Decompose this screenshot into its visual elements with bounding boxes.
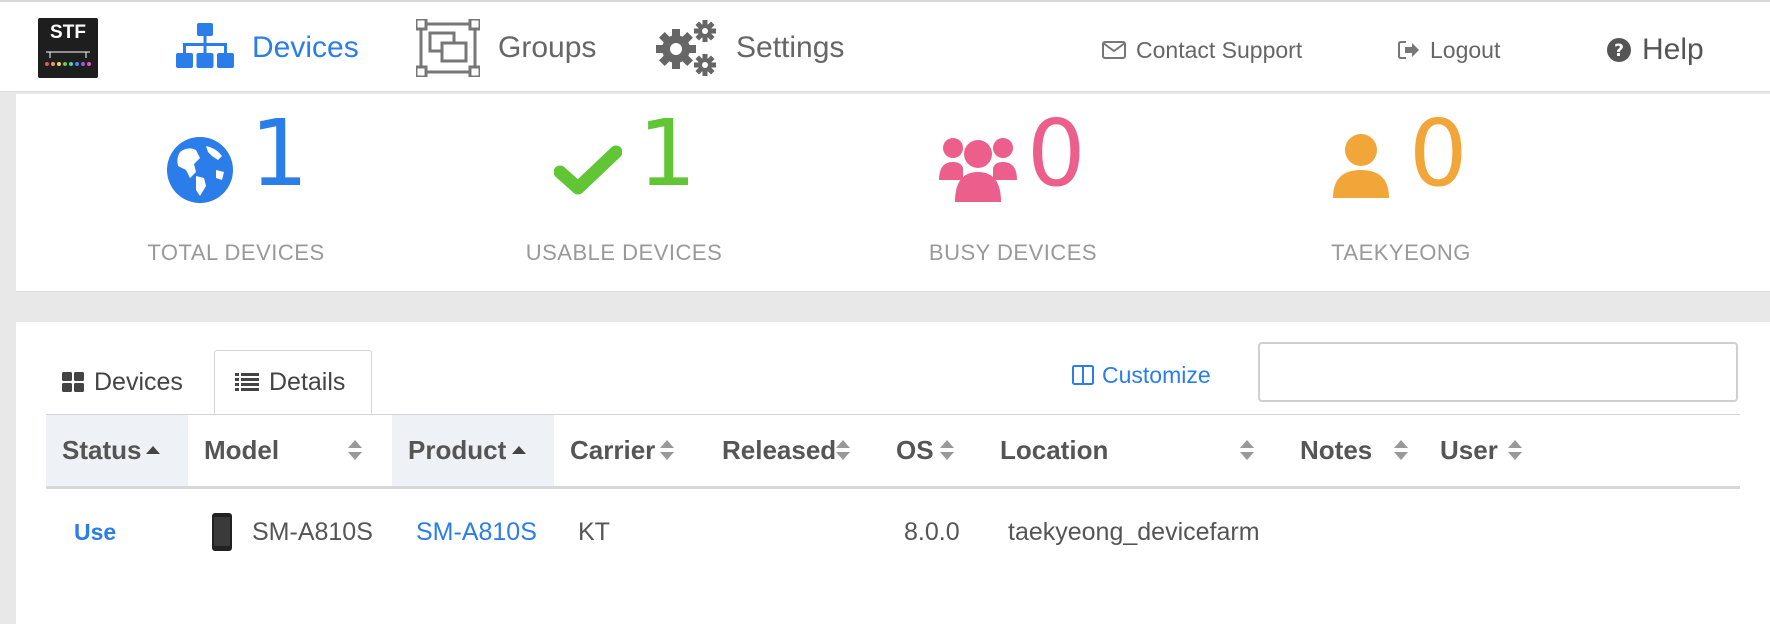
column-header-user[interactable]: User: [1424, 415, 1544, 486]
customize-label: Customize: [1102, 361, 1211, 388]
sitemap-icon: [176, 23, 234, 68]
usable-devices-caption: USABLE DEVICES: [525, 240, 723, 265]
column-product-label: Product: [408, 435, 507, 465]
sort-icon: [660, 440, 674, 460]
user-icon: [1333, 134, 1389, 198]
device-stats-panel: 1 TOTAL DEVICES 1 USABLE DEVICES 0 BUSY …: [16, 94, 1770, 292]
contact-support-label: Contact Support: [1136, 36, 1303, 63]
nav-groups[interactable]: Groups: [416, 18, 596, 78]
help-label: Help: [1642, 33, 1704, 66]
column-model-label: Model: [204, 435, 280, 465]
sort-up-icon: [512, 446, 526, 454]
list-icon: [235, 373, 259, 391]
tab-devices-label: Devices: [94, 367, 183, 396]
table-row: Use SM-A810S SM-A810S KT 8.0.0 taekyeong…: [46, 492, 1740, 572]
tab-details-label: Details: [269, 367, 346, 396]
tab-details[interactable]: Details: [214, 350, 372, 414]
column-header-released[interactable]: Released: [706, 415, 880, 486]
stat-user-devices: 0 TAEKYEONG: [1181, 94, 1621, 292]
sort-icon: [1394, 440, 1408, 460]
phone-icon: [212, 513, 232, 551]
column-header-location[interactable]: Location: [984, 415, 1284, 486]
column-carrier-label: Carrier: [570, 435, 656, 465]
device-search-input[interactable]: [1258, 342, 1738, 402]
nav-devices-label: Devices: [252, 31, 359, 64]
total-devices-caption: TOTAL DEVICES: [147, 240, 325, 265]
column-header-carrier[interactable]: Carrier: [554, 415, 706, 486]
sort-up-icon: [146, 446, 160, 454]
column-header-model[interactable]: Model: [188, 415, 392, 486]
column-released-label: Released: [722, 435, 837, 465]
logo-text: STF: [50, 22, 86, 43]
model-cell: SM-A810S: [212, 492, 373, 572]
device-table-header: Status Model Product Carrier Released OS…: [46, 415, 1740, 489]
logout-link[interactable]: Logout: [1398, 30, 1500, 70]
busy-devices-count: 0: [1027, 100, 1086, 207]
use-device-button[interactable]: Use: [74, 519, 116, 546]
sign-out-icon: [1398, 41, 1419, 59]
model-value: SM-A810S: [252, 517, 373, 546]
nav-devices[interactable]: Devices: [176, 18, 359, 78]
column-header-product[interactable]: Product: [392, 415, 554, 486]
svg-text:?: ?: [1614, 41, 1624, 61]
stf-logo[interactable]: STF: [38, 18, 98, 78]
nav-groups-label: Groups: [498, 31, 597, 64]
stat-busy-devices: 0 BUSY DEVICES: [793, 94, 1233, 292]
column-notes-label: Notes: [1300, 435, 1373, 465]
stat-total-devices: 1 TOTAL DEVICES: [16, 94, 456, 292]
column-header-os[interactable]: OS: [880, 415, 984, 486]
gears-icon: [656, 20, 716, 76]
logout-label: Logout: [1430, 36, 1501, 63]
sort-icon: [940, 440, 954, 460]
contact-support-link[interactable]: Contact Support: [1102, 30, 1302, 70]
user-devices-count: 0: [1409, 100, 1468, 207]
nav-settings[interactable]: Settings: [656, 18, 844, 78]
column-location-label: Location: [1000, 435, 1109, 465]
nav-settings-label: Settings: [736, 31, 845, 64]
usable-devices-count: 1: [638, 100, 697, 207]
tab-devices[interactable]: Devices: [46, 350, 206, 414]
customize-button[interactable]: Customize: [1072, 360, 1211, 390]
users-icon: [939, 138, 1017, 202]
question-circle-icon: ?: [1607, 38, 1631, 62]
sort-icon: [836, 440, 850, 460]
column-os-label: OS: [896, 435, 934, 465]
object-group-icon: [416, 19, 480, 77]
help-link[interactable]: ? Help: [1606, 26, 1704, 74]
columns-icon: [1072, 365, 1094, 385]
device-list-panel: Devices Details Customize Status Model P…: [16, 322, 1770, 624]
column-header-notes[interactable]: Notes: [1284, 415, 1424, 486]
th-large-icon: [62, 372, 84, 392]
top-navbar: STF Devices Groups Settings Contact Supp…: [0, 0, 1770, 92]
busy-devices-caption: BUSY DEVICES: [928, 240, 1098, 265]
check-icon: [554, 145, 622, 195]
column-user-label: User: [1440, 435, 1498, 465]
carrier-value: KT: [578, 517, 610, 546]
sort-icon: [348, 440, 362, 460]
envelope-icon: [1102, 41, 1126, 59]
location-value: taekyeong_devicefarm: [1008, 517, 1260, 546]
column-header-status[interactable]: Status: [46, 415, 188, 486]
product-link[interactable]: SM-A810S: [416, 492, 537, 572]
total-devices-count: 1: [250, 100, 309, 207]
sort-icon: [1240, 440, 1254, 460]
os-value: 8.0.0: [904, 517, 960, 546]
user-devices-caption: TAEKYEONG: [1331, 240, 1471, 265]
globe-icon: [167, 137, 233, 203]
stat-usable-devices: 1 USABLE DEVICES: [404, 94, 844, 292]
sort-icon: [1508, 440, 1522, 460]
column-status-label: Status: [62, 435, 142, 465]
status-cell: Use: [74, 492, 116, 572]
